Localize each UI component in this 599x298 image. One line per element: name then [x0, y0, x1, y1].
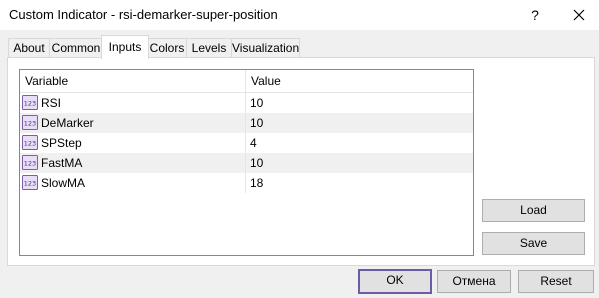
variable-name: RSI: [41, 96, 62, 110]
title-bar: Custom Indicator - rsi-demarker-super-po…: [0, 0, 599, 30]
tab-about[interactable]: About: [8, 38, 50, 58]
tab-visualization[interactable]: Visualization: [231, 38, 300, 58]
variable-name: FastMA: [41, 156, 83, 170]
table-row[interactable]: 123 SlowMA 18: [20, 173, 473, 193]
reset-button[interactable]: Reset: [518, 270, 594, 293]
column-divider: [245, 173, 246, 193]
variable-name: SPStep: [41, 136, 82, 150]
column-header-variable[interactable]: Variable: [20, 70, 68, 92]
svg-text:123: 123: [24, 160, 36, 168]
variable-value[interactable]: 10: [250, 113, 263, 133]
number-variable-icon: 123: [22, 95, 38, 110]
inputs-list: Variable Value 123 RSI 10 123 DeMarker 1…: [19, 69, 474, 256]
column-header-value[interactable]: Value: [246, 70, 281, 92]
number-variable-icon: 123: [22, 175, 38, 190]
load-button[interactable]: Load: [482, 199, 585, 222]
tab-common[interactable]: Common: [49, 38, 103, 58]
column-divider: [245, 93, 246, 113]
save-button[interactable]: Save: [482, 232, 585, 255]
svg-text:123: 123: [24, 140, 36, 148]
table-row[interactable]: 123 FastMA 10: [20, 153, 473, 173]
number-variable-icon: 123: [22, 115, 38, 130]
help-icon: ?: [531, 7, 539, 23]
help-button[interactable]: ?: [521, 2, 549, 28]
variable-value[interactable]: 18: [250, 173, 263, 193]
number-variable-icon: 123: [22, 135, 38, 150]
close-button[interactable]: [565, 2, 593, 28]
table-row[interactable]: 123 RSI 10: [20, 93, 473, 113]
table-row[interactable]: 123 SPStep 4: [20, 133, 473, 153]
tab-inputs[interactable]: Inputs: [101, 35, 149, 59]
window-title: Custom Indicator - rsi-demarker-super-po…: [9, 7, 278, 22]
tab-colors[interactable]: Colors: [147, 38, 187, 58]
svg-text:123: 123: [24, 180, 36, 188]
column-divider: [245, 153, 246, 173]
number-variable-icon: 123: [22, 155, 38, 170]
ok-button[interactable]: OK: [358, 269, 432, 294]
inputs-panel: Variable Value 123 RSI 10 123 DeMarker 1…: [7, 57, 595, 266]
list-header: Variable Value: [20, 70, 473, 93]
variable-value[interactable]: 4: [250, 133, 257, 153]
variable-value[interactable]: 10: [250, 93, 263, 113]
cancel-button[interactable]: Отмена: [437, 270, 511, 293]
variable-name: SlowMA: [41, 176, 86, 190]
column-divider: [245, 133, 246, 153]
svg-text:123: 123: [24, 120, 36, 128]
close-icon: [573, 9, 585, 21]
tab-levels[interactable]: Levels: [186, 38, 232, 58]
table-row[interactable]: 123 DeMarker 10: [20, 113, 473, 133]
column-divider: [245, 113, 246, 133]
variable-name: DeMarker: [41, 116, 94, 130]
variable-value[interactable]: 10: [250, 153, 263, 173]
svg-text:123: 123: [24, 100, 36, 108]
